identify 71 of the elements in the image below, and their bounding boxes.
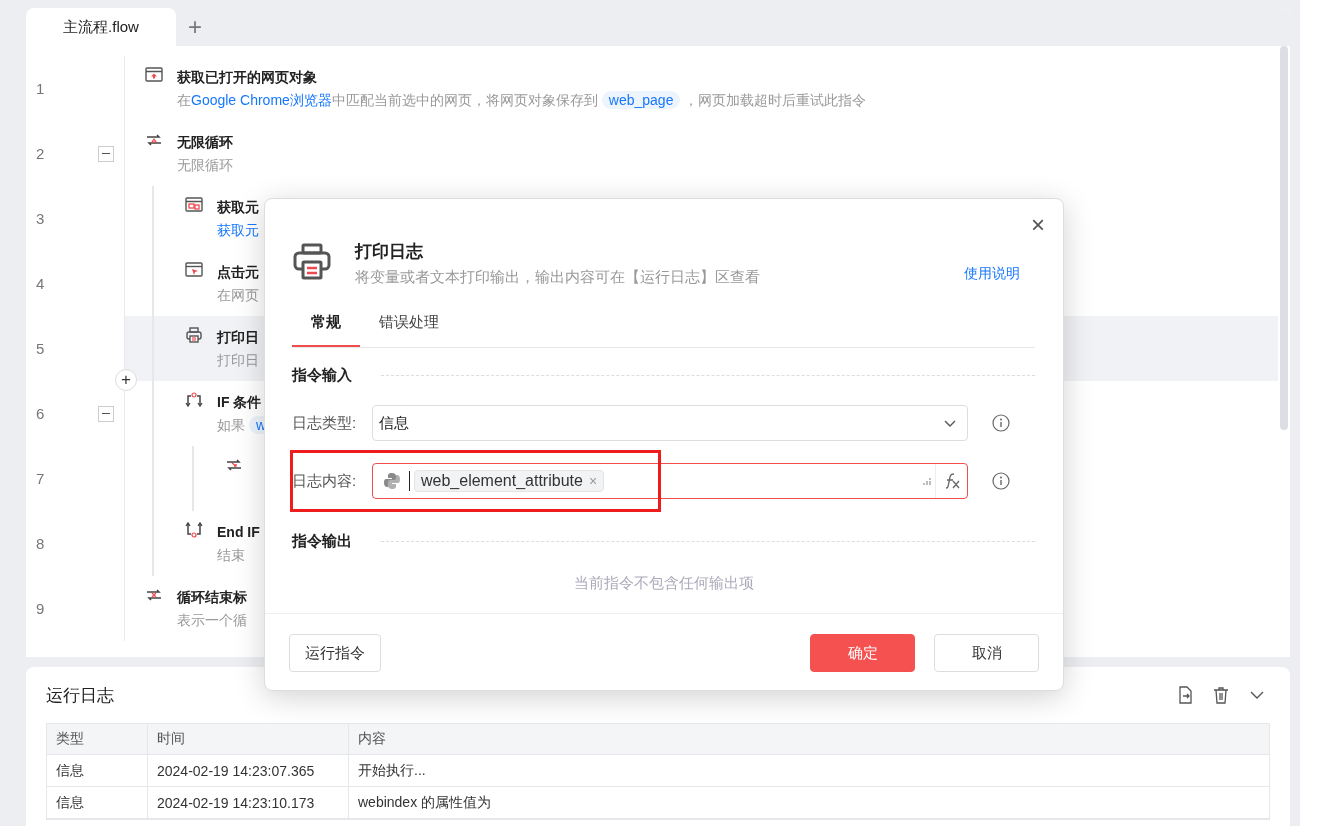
field-label: 日志类型: [292, 413, 358, 433]
run-button[interactable]: 运行指令 [289, 634, 381, 672]
trash-icon[interactable] [1212, 686, 1230, 704]
browser-window-icon [145, 66, 163, 84]
step-description: 打印日 [217, 351, 259, 370]
step-title: 获取已打开的网页对象 [177, 68, 318, 87]
help-link[interactable]: 使用说明 [964, 265, 1020, 283]
close-button[interactable]: × [1031, 211, 1045, 239]
browser-window-icon [185, 261, 203, 279]
table-cell: 2024-02-19 14:23:07.365 [148, 755, 349, 786]
step-description: 在网页 [217, 286, 259, 305]
column-header: 内容 [357, 729, 387, 748]
resize-grip-icon [923, 477, 931, 485]
printer-icon [185, 326, 203, 344]
branch-end-icon [185, 521, 203, 539]
column-header: 类型 [47, 724, 148, 754]
step-title: 循环结束标 [177, 588, 247, 607]
table-cell-text: 开始执行... [357, 760, 427, 780]
line-number: 9 [36, 600, 45, 617]
dialog-description: 将变量或者文本打印输出，输出内容可在【运行日志】区查看 [355, 268, 761, 287]
line-number: 3 [36, 210, 45, 227]
line-number: 6 [36, 405, 45, 422]
column-header: 时间 [148, 724, 349, 754]
step-title: 无限循环 [177, 133, 233, 152]
file-tab[interactable]: 主流程.flow [26, 8, 176, 46]
collapse-button[interactable] [98, 145, 114, 162]
step-description: 在Google Chrome浏览器中匹配当前选中的网页，将网页对象保存到 web_page ，网页加载超时后重试此指令 [177, 90, 867, 111]
add-step-button[interactable]: + [115, 369, 137, 391]
table-cell: 信息 [47, 787, 148, 818]
table-cell: 信息 [47, 755, 148, 786]
collapse-button[interactable] [98, 405, 114, 422]
section-title: 指令输入 [292, 365, 353, 385]
step-title: 获取元 [217, 198, 259, 217]
line-number: 7 [36, 470, 45, 487]
export-icon[interactable] [1176, 686, 1194, 704]
branch-icon [185, 391, 203, 409]
log-type-select[interactable]: 信息 [372, 405, 968, 441]
dialog-title: 打印日志 [355, 241, 424, 263]
info-icon [992, 472, 1010, 490]
field-label: 日志内容: [292, 471, 358, 491]
line-number: 4 [36, 275, 45, 292]
table-cell: 2024-02-19 14:23:10.173 [148, 787, 349, 818]
browser-window-icon [185, 196, 203, 214]
python-icon [383, 472, 401, 490]
step-title: 打印日 [217, 328, 259, 347]
info-icon [992, 414, 1010, 432]
section-title: 指令输出 [292, 531, 353, 551]
line-number: 5 [36, 340, 45, 357]
step-description: 表示一个循 [177, 611, 247, 630]
cancel-button[interactable]: 取消 [934, 634, 1039, 672]
variable-tag: web_page [601, 91, 681, 109]
step-title: End IF [217, 523, 260, 542]
step-title: IF 条件 [217, 393, 263, 412]
expression-field[interactable]: web_element_attribute × [372, 463, 968, 499]
chip-label: web_element_attribute [421, 472, 583, 490]
step-description: 结束 [217, 546, 246, 565]
table-cell-text: webindex 的属性值为 [357, 792, 493, 812]
step-description: 无限循环 [177, 156, 233, 175]
printer-icon [292, 242, 332, 282]
line-number: 8 [36, 535, 45, 552]
tab[interactable]: 错误处理 [360, 299, 458, 347]
step-title: 点击元 [217, 263, 259, 282]
tab[interactable]: 常规 [292, 299, 360, 347]
empty-message: 当前指令不包含任何输出项 [572, 573, 755, 593]
scrollbar-thumb[interactable] [1280, 46, 1288, 430]
line-number: 2 [36, 145, 45, 162]
line-number: 1 [36, 80, 45, 97]
add-tab-button[interactable]: + [188, 15, 202, 39]
link[interactable]: Google Chrome浏览器 [191, 92, 332, 108]
link[interactable]: 获取元 [217, 222, 259, 238]
panel-title: 运行日志 [46, 684, 114, 707]
